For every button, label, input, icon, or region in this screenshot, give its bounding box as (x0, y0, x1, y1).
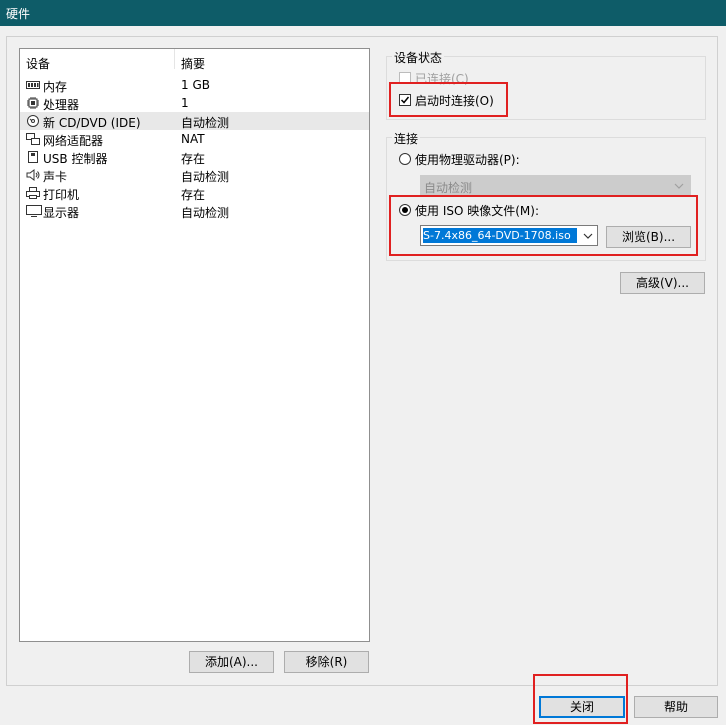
device-row-display[interactable]: 显示器 自动检测 (20, 202, 369, 220)
advanced-button[interactable]: 高级(V)... (620, 272, 705, 294)
iso-image-radio[interactable] (399, 204, 411, 216)
device-name: 声卡 (43, 170, 68, 184)
network-adapter-icon (26, 133, 40, 145)
device-row-sound[interactable]: 声卡 自动检测 (20, 166, 369, 184)
device-name: 网络适配器 (43, 134, 104, 148)
title-bar: 硬件 (0, 0, 726, 26)
column-header-device[interactable]: 设备 (26, 55, 50, 72)
help-button[interactable]: 帮助 (634, 696, 718, 718)
device-list-header: 设备 摘要 (20, 49, 369, 72)
chevron-down-icon[interactable] (583, 233, 593, 239)
iso-image-label: 使用 ISO 映像文件(M): (415, 204, 539, 218)
device-summary: 存在 (181, 152, 206, 166)
memory-icon (26, 81, 40, 89)
close-button[interactable]: 关闭 (539, 696, 625, 718)
device-status-title: 设备状态 (392, 49, 445, 66)
device-summary: 存在 (181, 188, 206, 202)
chevron-down-icon (674, 183, 684, 189)
device-row-usb[interactable]: USB 控制器 存在 (20, 148, 369, 166)
device-row-processor[interactable]: 处理器 1 (20, 94, 369, 112)
device-row-network[interactable]: 网络适配器 NAT (20, 130, 369, 148)
browse-button[interactable]: 浏览(B)... (606, 226, 691, 248)
remove-button[interactable]: 移除(R) (284, 651, 369, 673)
checkmark-icon (400, 96, 410, 104)
device-summary: 自动检测 (181, 170, 230, 184)
cd-dvd-icon (27, 115, 39, 127)
device-summary: NAT (181, 132, 205, 146)
device-row-memory[interactable]: 内存 1 GB (20, 76, 369, 94)
processor-icon (27, 97, 39, 109)
device-name: 处理器 (43, 98, 80, 112)
iso-path-input[interactable]: S-7.4x86_64-DVD-1708.iso (420, 225, 598, 246)
connect-at-power-on-label: 启动时连接(O) (415, 94, 494, 108)
speaker-icon (26, 169, 40, 181)
device-name: 显示器 (43, 206, 80, 220)
display-icon (26, 205, 42, 217)
device-name: 内存 (43, 80, 68, 94)
column-header-summary[interactable]: 摘要 (181, 55, 205, 72)
usb-icon (28, 151, 38, 163)
device-summary: 1 (181, 96, 189, 110)
connected-checkbox[interactable] (399, 72, 411, 84)
window-title: 硬件 (6, 7, 31, 21)
connected-label: 已连接(C) (415, 72, 469, 86)
physical-drive-value: 自动检测 (424, 181, 473, 195)
physical-drive-label: 使用物理驱动器(P): (415, 153, 520, 167)
device-summary: 自动检测 (181, 206, 230, 220)
connection-title: 连接 (392, 130, 421, 147)
printer-icon (26, 187, 40, 199)
device-name: USB 控制器 (43, 152, 108, 166)
device-summary: 自动检测 (181, 116, 230, 130)
iso-path-value: S-7.4x86_64-DVD-1708.iso (423, 228, 577, 243)
device-name: 新 CD/DVD (IDE) (43, 116, 141, 130)
physical-drive-radio[interactable] (399, 153, 411, 165)
device-summary: 1 GB (181, 78, 210, 92)
device-list: 设备 摘要 内存 1 GB 处理器 1 新 CD/DVD (IDE) 自动检测 (19, 48, 370, 642)
connect-at-power-on-checkbox[interactable] (399, 94, 411, 106)
device-row-printer[interactable]: 打印机 存在 (20, 184, 369, 202)
device-row-cd-dvd[interactable]: 新 CD/DVD (IDE) 自动检测 (20, 112, 369, 130)
physical-drive-select[interactable]: 自动检测 (420, 175, 691, 196)
add-button[interactable]: 添加(A)... (189, 651, 274, 673)
device-name: 打印机 (43, 188, 80, 202)
